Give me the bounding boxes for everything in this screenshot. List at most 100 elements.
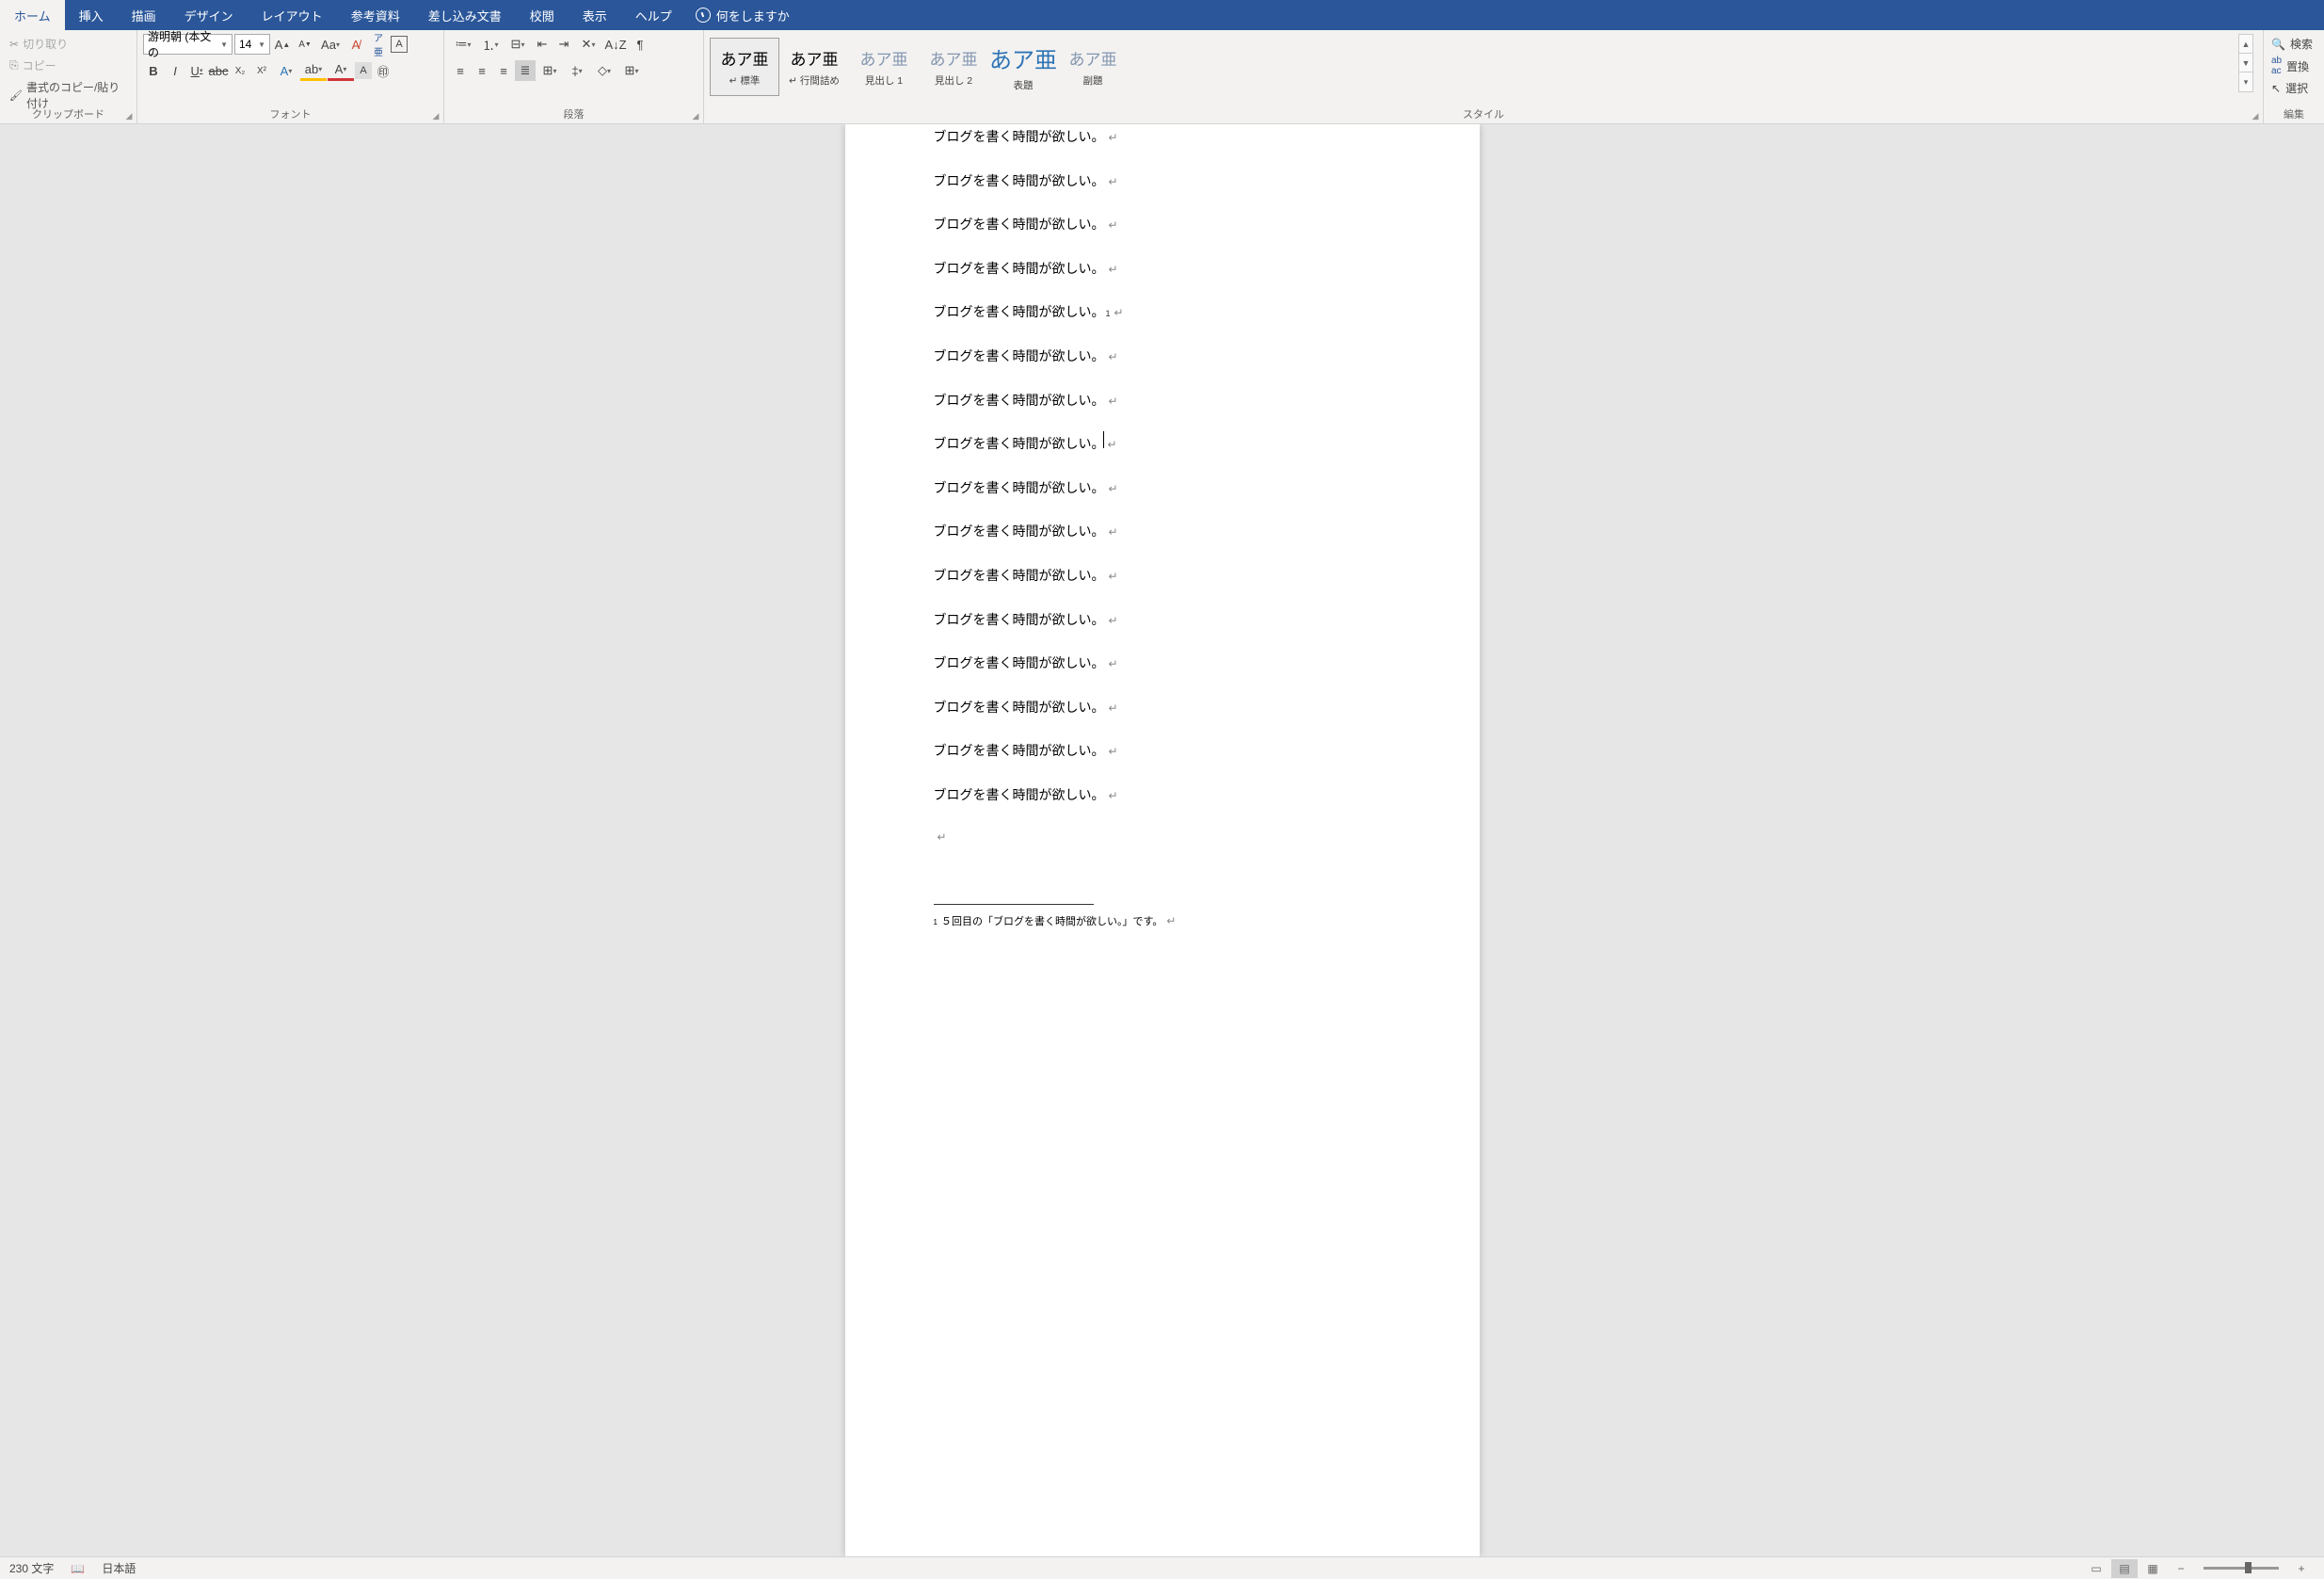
document-line[interactable]: ブログを書く時間が欲しい。↵: [934, 202, 1391, 247]
clear-format-button[interactable]: A̸: [345, 34, 366, 55]
word-count[interactable]: 230 文字: [9, 1560, 54, 1576]
zoom-slider[interactable]: [2204, 1567, 2279, 1570]
tab-view[interactable]: 表示: [569, 0, 621, 30]
document-line[interactable]: ブログを書く時間が欲しい。1↵: [934, 290, 1391, 334]
subscript-button[interactable]: X₂: [230, 60, 250, 81]
proofing-icon[interactable]: 📖: [71, 1562, 85, 1575]
web-layout-button[interactable]: ▦: [2140, 1559, 2166, 1578]
tab-layout[interactable]: レイアウト: [248, 0, 337, 30]
copy-button[interactable]: コピー: [6, 56, 131, 75]
style-item[interactable]: あア亜↵ 行間詰め: [779, 38, 849, 96]
footnote-reference[interactable]: 1: [1106, 306, 1111, 322]
replace-button[interactable]: abac置換: [2271, 54, 2316, 78]
zoom-in-button[interactable]: +: [2288, 1559, 2315, 1578]
show-marks-button[interactable]: ¶: [630, 34, 650, 55]
styles-scroll-down[interactable]: ▼: [2239, 54, 2252, 73]
paragraph-launcher[interactable]: ◢: [690, 110, 701, 121]
chevron-down-icon: ▼: [220, 40, 228, 49]
font-size-combo[interactable]: 14▼: [234, 34, 270, 55]
tab-references[interactable]: 参考資料: [337, 0, 414, 30]
asian-layout-button[interactable]: ✕▾: [575, 34, 601, 55]
document-line[interactable]: ブログを書く時間が欲しい。↵: [934, 729, 1391, 773]
document-line[interactable]: ブログを書く時間が欲しい。↵: [934, 685, 1391, 730]
distributed-button[interactable]: ⊞▾: [537, 60, 563, 81]
char-shading-button[interactable]: A: [355, 62, 372, 79]
read-mode-button[interactable]: ▭: [2083, 1559, 2109, 1578]
document-line[interactable]: ブログを書く時間が欲しい。↵: [934, 554, 1391, 598]
document-line[interactable]: ブログを書く時間が欲しい。↵: [934, 773, 1391, 817]
shrink-font-button[interactable]: A▼: [295, 34, 315, 55]
document-line[interactable]: ブログを書く時間が欲しい。↵: [934, 509, 1391, 554]
document-line[interactable]: ブログを書く時間が欲しい。↵: [934, 159, 1391, 203]
tab-design[interactable]: デザイン: [170, 0, 248, 30]
strike-button[interactable]: abc: [208, 60, 229, 81]
font-launcher[interactable]: ◢: [430, 110, 441, 121]
phonetic-guide-button[interactable]: ア亜: [368, 34, 389, 55]
line-text: ブログを書く時間が欲しい。: [934, 212, 1105, 237]
style-item[interactable]: あア亜表題: [988, 38, 1058, 96]
change-case-button[interactable]: Aa▾: [317, 34, 344, 55]
align-right-button[interactable]: ≡: [493, 60, 514, 81]
superscript-button[interactable]: X²: [251, 60, 272, 81]
align-center-button[interactable]: ≡: [472, 60, 492, 81]
line-text: ブログを書く時間が欲しい。: [934, 519, 1105, 544]
line-spacing-button[interactable]: ‡▾: [564, 60, 590, 81]
numbering-button[interactable]: ⒈▾: [477, 34, 504, 55]
document-line[interactable]: ↵: [934, 817, 1391, 858]
align-left-button[interactable]: ≡: [450, 60, 471, 81]
brush-icon: [9, 89, 23, 102]
document-line[interactable]: ブログを書く時間が欲しい。↵: [934, 379, 1391, 423]
document-line[interactable]: ブログを書く時間が欲しい。↵: [934, 422, 1391, 466]
tab-home[interactable]: ホーム: [0, 0, 65, 30]
underline-button[interactable]: U▾: [186, 60, 207, 81]
highlight-button[interactable]: ab▾: [300, 60, 327, 81]
page[interactable]: ブログを書く時間が欲しい。↵ブログを書く時間が欲しい。↵ブログを書く時間が欲しい…: [845, 124, 1480, 1556]
sort-button[interactable]: A↓Z: [602, 34, 629, 55]
decrease-indent-button[interactable]: ⇤: [532, 34, 553, 55]
tell-me-search[interactable]: 何をしますか: [696, 7, 790, 24]
font-color-button[interactable]: A▾: [328, 60, 354, 81]
styles-expand[interactable]: ▾: [2239, 73, 2252, 91]
document-line[interactable]: ブログを書く時間が欲しい。↵: [934, 598, 1391, 642]
bold-button[interactable]: B: [143, 60, 164, 81]
enclose-char-button[interactable]: ㊞: [373, 60, 393, 81]
borders-button[interactable]: ⊞▾: [618, 60, 645, 81]
italic-button[interactable]: I: [165, 60, 185, 81]
tab-insert[interactable]: 挿入: [65, 0, 118, 30]
char-border-button[interactable]: A: [391, 36, 408, 53]
select-button[interactable]: ↖選択: [2271, 78, 2316, 98]
find-button[interactable]: 🔍検索: [2271, 34, 2316, 54]
cut-button[interactable]: 切り取り: [6, 34, 131, 54]
paragraph-mark-icon: ↵: [938, 827, 947, 848]
multilevel-button[interactable]: ⊟▾: [505, 34, 531, 55]
text-effects-button[interactable]: A▾: [273, 60, 299, 81]
justify-button[interactable]: ≣: [515, 60, 536, 81]
increase-indent-button[interactable]: ⇥: [553, 34, 574, 55]
document-line[interactable]: ブログを書く時間が欲しい。↵: [934, 124, 1391, 159]
style-item[interactable]: あア亜↵ 標準: [710, 38, 779, 96]
print-layout-button[interactable]: ▤: [2111, 1559, 2138, 1578]
style-item[interactable]: あア亜見出し 2: [919, 38, 988, 96]
tab-help[interactable]: ヘルプ: [621, 0, 686, 30]
zoom-out-button[interactable]: −: [2168, 1559, 2194, 1578]
bullets-button[interactable]: ≔▾: [450, 34, 476, 55]
grow-font-button[interactable]: A▲: [272, 34, 293, 55]
document-area[interactable]: ブログを書く時間が欲しい。↵ブログを書く時間が欲しい。↵ブログを書く時間が欲しい…: [0, 124, 2324, 1556]
style-item[interactable]: あア亜見出し 1: [849, 38, 919, 96]
zoom-thumb[interactable]: [2245, 1562, 2252, 1573]
document-line[interactable]: ブログを書く時間が欲しい。↵: [934, 466, 1391, 510]
style-item[interactable]: あア亜副題: [1058, 38, 1128, 96]
document-line[interactable]: ブログを書く時間が欲しい。↵: [934, 641, 1391, 685]
tab-review[interactable]: 校閲: [516, 0, 569, 30]
styles-scroll-up[interactable]: ▲: [2239, 35, 2252, 54]
document-line[interactable]: ブログを書く時間が欲しい。↵: [934, 334, 1391, 379]
font-name-combo[interactable]: 游明朝 (本文の▼: [143, 34, 232, 55]
clipboard-launcher[interactable]: ◢: [123, 110, 135, 121]
document-line[interactable]: ブログを書く時間が欲しい。↵: [934, 247, 1391, 291]
styles-launcher[interactable]: ◢: [2250, 110, 2261, 121]
language-status[interactable]: 日本語: [102, 1560, 136, 1576]
tab-mailings[interactable]: 差し込み文書: [414, 0, 516, 30]
footnote-line[interactable]: 1５回目の「ブログを書く時間が欲しい。」です。↵: [934, 905, 1391, 938]
shading-button[interactable]: ◇▾: [591, 60, 617, 81]
tab-draw[interactable]: 描画: [118, 0, 170, 30]
